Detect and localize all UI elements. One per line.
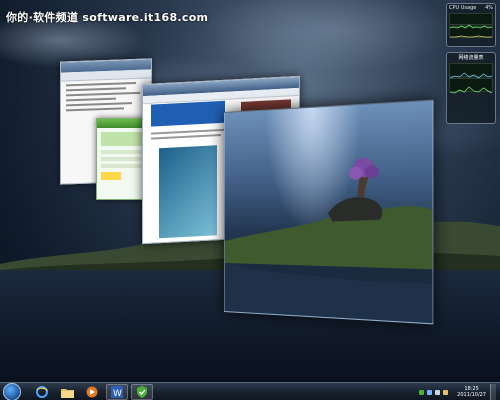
folder-icon xyxy=(61,387,74,398)
clock-date: 2011/10/27 xyxy=(457,392,486,398)
clock[interactable]: 18:25 2011/10/27 xyxy=(457,386,486,398)
document-text-line xyxy=(66,87,126,91)
cpu-usage-gadget[interactable]: CPU Usage 4% xyxy=(446,3,496,47)
taskbar: W 18:25 2011/10/27 xyxy=(0,382,500,400)
document-window-toolbar[interactable] xyxy=(61,69,151,81)
ie-icon xyxy=(36,386,48,398)
security-app-row xyxy=(101,157,143,161)
security-tray-icon[interactable] xyxy=(419,390,424,395)
cpu-gadget-value: 4% xyxy=(485,5,493,11)
taskbar-item-explorer[interactable] xyxy=(56,384,78,400)
media-player-icon xyxy=(86,386,98,398)
document-text-line xyxy=(66,102,132,106)
watermark: 你的·软件频道 software.it168.com xyxy=(6,9,208,25)
security-app-row xyxy=(101,150,143,154)
svg-text:W: W xyxy=(113,389,122,398)
security-app-titlebar[interactable] xyxy=(97,119,147,128)
web-page-screenshot-image xyxy=(159,145,217,238)
network-tray-icon[interactable] xyxy=(427,390,432,395)
start-button[interactable] xyxy=(3,383,21,400)
island-tree-photo xyxy=(225,101,433,325)
document-text-line xyxy=(66,92,140,97)
cpu-gadget-title: CPU Usage xyxy=(449,5,476,11)
security-app-banner xyxy=(101,132,143,146)
taskbar-item-media-player[interactable] xyxy=(81,384,103,400)
taskbar-item-ie[interactable] xyxy=(31,384,53,400)
security-app-window[interactable] xyxy=(96,118,148,200)
network-graph-upload xyxy=(449,63,493,77)
document-text-line xyxy=(66,107,124,111)
taskbar-item-word[interactable]: W xyxy=(106,384,128,400)
word-icon: W xyxy=(111,386,123,398)
volume-tray-icon[interactable] xyxy=(435,390,440,395)
web-page-banner[interactable] xyxy=(151,101,225,127)
show-desktop-button[interactable] xyxy=(490,384,496,400)
taskbar-item-security-app[interactable] xyxy=(131,384,153,400)
flag-tray-icon[interactable] xyxy=(443,390,448,395)
photo-viewer-window[interactable] xyxy=(224,100,433,325)
system-tray: 18:25 2011/10/27 xyxy=(419,383,500,400)
memory-graph xyxy=(449,26,493,38)
security-app-action-button[interactable] xyxy=(101,172,121,180)
document-text-line xyxy=(66,98,116,102)
desktop[interactable]: 你的·软件频道 software.it168.com CPU Usage 4% … xyxy=(0,0,500,400)
document-text-line xyxy=(66,82,136,86)
security-app-icon xyxy=(136,386,148,398)
cpu-graph xyxy=(449,13,493,25)
network-graph-download xyxy=(449,78,493,92)
security-app-row xyxy=(101,164,143,168)
network-meter-gadget[interactable]: 网络流量表 xyxy=(446,52,496,124)
network-gadget-title: 网络流量表 xyxy=(447,53,495,62)
web-text-line xyxy=(151,134,221,140)
